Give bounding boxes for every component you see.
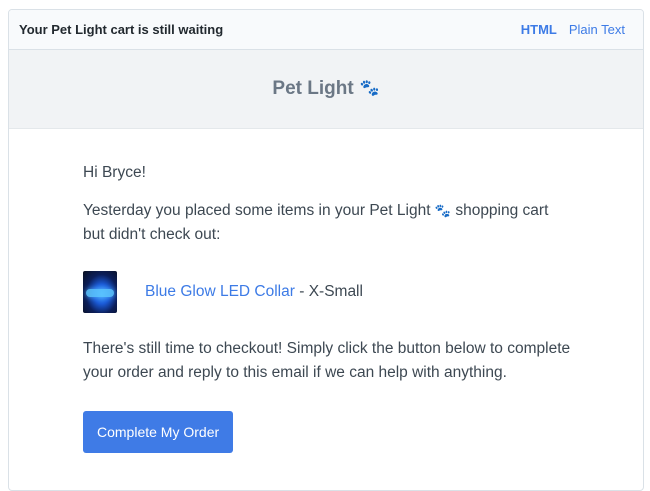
brand-logo-link[interactable]: Pet Light 🐾	[272, 78, 379, 100]
cart-item: Blue Glow LED Collar - X-Small	[83, 271, 573, 313]
email-body: Hi Bryce! Yesterday you placed some item…	[9, 129, 573, 453]
product-variant: X-Small	[308, 283, 363, 300]
paw-icon: 🐾	[434, 203, 452, 218]
email-brand-header: Pet Light 🐾	[9, 50, 643, 129]
complete-order-button[interactable]: Complete My Order	[83, 411, 234, 453]
email-subject: Your Pet Light cart is still waiting	[19, 22, 224, 37]
view-mode-links: HTML Plain Text	[521, 22, 625, 37]
product-separator: -	[294, 283, 309, 300]
product-name-link[interactable]: Blue Glow LED Collar	[145, 283, 295, 300]
greeting-text: Hi Bryce!	[83, 164, 146, 181]
intro-text: Yesterday you placed some items in your …	[83, 202, 431, 219]
intro-paragraph: Yesterday you placed some items in your …	[83, 199, 573, 247]
product-line: Blue Glow LED Collar - X-Small	[145, 280, 363, 304]
email-preview-frame: Your Pet Light cart is still waiting HTM…	[8, 9, 644, 491]
email-preview-header: Your Pet Light cart is still waiting HTM…	[9, 10, 643, 50]
view-html-link[interactable]: HTML	[521, 22, 557, 37]
paw-icon: 🐾	[359, 80, 380, 97]
brand-name: Pet Light	[272, 78, 354, 99]
product-thumbnail[interactable]	[83, 271, 117, 313]
checkout-reminder-text: There's still time to checkout! Simply c…	[83, 340, 571, 381]
view-plain-text-link[interactable]: Plain Text	[569, 22, 625, 37]
